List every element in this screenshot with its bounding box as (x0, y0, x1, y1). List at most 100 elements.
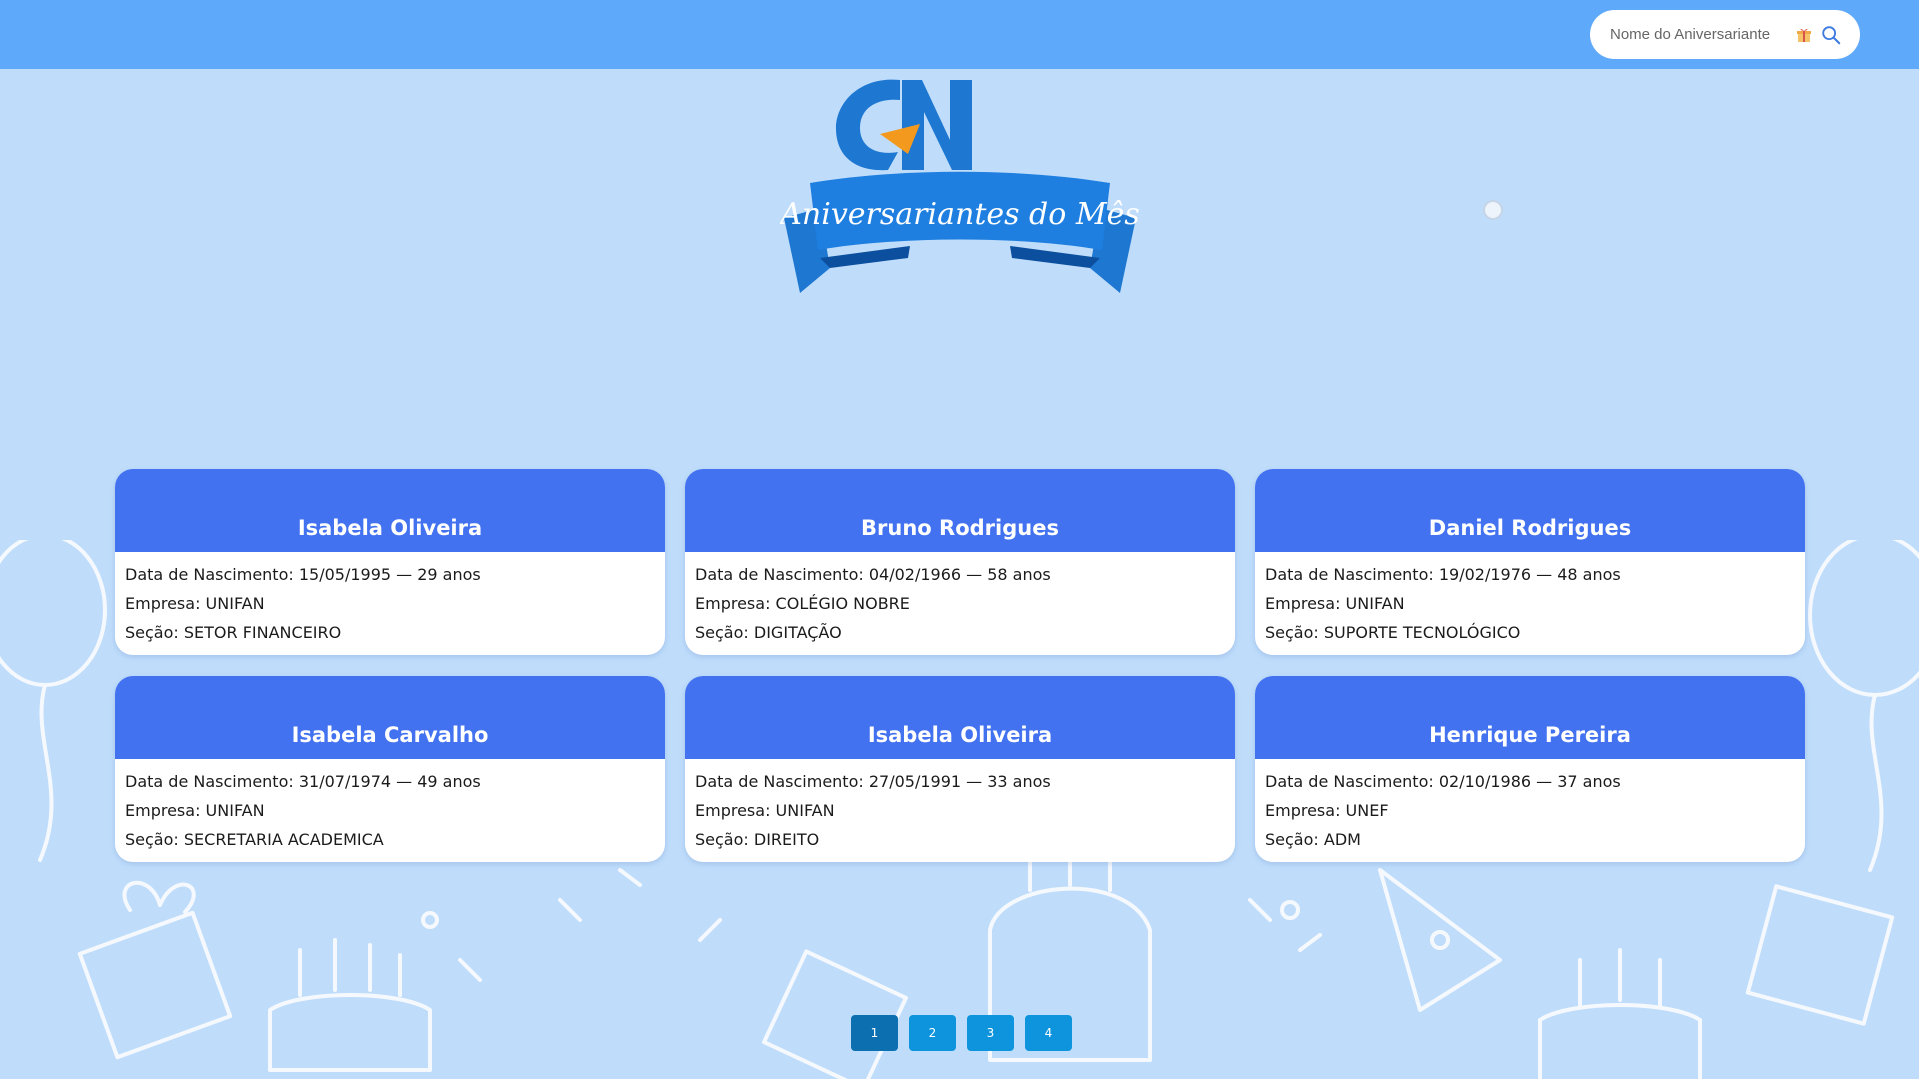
candles (298, 938, 402, 997)
birth-value: 27/05/1991 — 33 anos (868, 772, 1051, 791)
section-line: Seção: DIREITO (695, 825, 1225, 854)
card-name: Bruno Rodrigues (861, 516, 1059, 540)
section-line: Seção: SUPORTE TECNOLÓGICO (1265, 618, 1795, 647)
company-line: Empresa: UNIFAN (1265, 589, 1795, 618)
birth-value: 02/10/1986 — 37 anos (1438, 772, 1621, 791)
birth-label: Data de Nascimento: (695, 565, 869, 584)
page-button-4[interactable]: 4 (1025, 1015, 1072, 1051)
company-label: Empresa: (695, 594, 776, 613)
card-body: Data de Nascimento: 19/02/1976 — 48 anos… (1255, 552, 1805, 647)
birth-label: Data de Nascimento: (695, 772, 869, 791)
birthday-cards-grid: Isabela Oliveira Data de Nascimento: 15/… (115, 469, 1805, 862)
top-bar (0, 0, 1919, 69)
section-value: DIGITAÇÃO (753, 623, 842, 642)
section-value: ADM (1323, 830, 1361, 849)
card-header: Bruno Rodrigues (685, 469, 1235, 552)
confetti (458, 868, 1322, 982)
birth-value: 04/02/1966 — 58 anos (868, 565, 1051, 584)
pagination: 1 2 3 4 (851, 1015, 1072, 1051)
section-value: SETOR FINANCEIRO (183, 623, 342, 642)
company-line: Empresa: COLÉGIO NOBRE (695, 589, 1225, 618)
birth-value: 19/02/1976 — 48 anos (1438, 565, 1621, 584)
card-name: Isabela Oliveira (867, 723, 1053, 747)
banner-fold-left (820, 246, 910, 268)
gift-icon (1797, 28, 1811, 42)
card-name: Daniel Rodrigues (1428, 516, 1632, 540)
birth-label: Data de Nascimento: (125, 772, 299, 791)
party-hat-doodle (1378, 868, 1502, 1012)
logo-letter-c (835, 79, 900, 171)
carousel-dot[interactable] (1483, 200, 1503, 220)
birthday-card: Isabela Carvalho Data de Nascimento: 31/… (115, 676, 665, 862)
company-value: COLÉGIO NOBRE (775, 594, 910, 613)
company-line: Empresa: UNEF (1265, 796, 1795, 825)
birth-date-line: Data de Nascimento: 19/02/1976 — 48 anos (1265, 560, 1795, 589)
birthday-card: Isabela Oliveira Data de Nascimento: 15/… (115, 469, 665, 655)
card-body: Data de Nascimento: 15/05/1995 — 29 anos… (115, 552, 665, 647)
confetti (1430, 930, 1450, 950)
gift-doodle (1745, 884, 1895, 1026)
card-name: Henrique Pereira (1429, 723, 1631, 747)
card-body: Data de Nascimento: 02/10/1986 — 37 anos… (1255, 759, 1805, 854)
section-label: Seção: (1265, 830, 1324, 849)
cake-doodle (1538, 1003, 1702, 1079)
confetti (421, 911, 439, 929)
section-label: Seção: (1265, 623, 1324, 642)
company-value: UNIFAN (775, 801, 835, 820)
card-header: Isabela Oliveira (685, 676, 1235, 759)
birthday-card: Isabela Oliveira Data de Nascimento: 27/… (685, 676, 1235, 862)
company-label: Empresa: (125, 594, 206, 613)
section-line: Seção: ADM (1265, 825, 1795, 854)
birth-date-line: Data de Nascimento: 27/05/1991 — 33 anos (695, 767, 1225, 796)
company-value: UNIFAN (1345, 594, 1405, 613)
company-line: Empresa: UNIFAN (125, 796, 655, 825)
birthday-card: Bruno Rodrigues Data de Nascimento: 04/0… (685, 469, 1235, 655)
section-label: Seção: (695, 623, 754, 642)
birth-value: 31/07/1974 — 49 anos (298, 772, 481, 791)
birth-label: Data de Nascimento: (1265, 772, 1439, 791)
company-value: UNEF (1345, 801, 1389, 820)
card-header: Isabela Oliveira (115, 469, 665, 552)
birth-date-line: Data de Nascimento: 31/07/1974 — 49 anos (125, 767, 655, 796)
search-box[interactable] (1590, 10, 1860, 59)
birthday-card: Daniel Rodrigues Data de Nascimento: 19/… (1255, 469, 1805, 655)
birth-value: 15/05/1995 — 29 anos (298, 565, 481, 584)
page-button-3[interactable]: 3 (967, 1015, 1014, 1051)
birth-date-line: Data de Nascimento: 02/10/1986 — 37 anos (1265, 767, 1795, 796)
company-line: Empresa: UNIFAN (695, 796, 1225, 825)
company-label: Empresa: (1265, 594, 1346, 613)
card-header: Henrique Pereira (1255, 676, 1805, 759)
search-input[interactable] (1608, 25, 1792, 44)
gift-bow (122, 880, 196, 914)
birthday-card: Henrique Pereira Data de Nascimento: 02/… (1255, 676, 1805, 862)
birth-date-line: Data de Nascimento: 04/02/1966 — 58 anos (695, 560, 1225, 589)
logo-letter-n (902, 80, 972, 170)
card-body: Data de Nascimento: 04/02/1966 — 58 anos… (685, 552, 1235, 647)
company-value: UNIFAN (205, 594, 265, 613)
page-button-1[interactable]: 1 (851, 1015, 898, 1051)
confetti (1280, 900, 1300, 920)
section-line: Seção: SECRETARIA ACADEMICA (125, 825, 655, 854)
balloon-string (38, 683, 54, 862)
card-body: Data de Nascimento: 31/07/1974 — 49 anos… (115, 759, 665, 854)
section-value: SUPORTE TECNOLÓGICO (1323, 623, 1521, 642)
card-name: Isabela Oliveira (297, 516, 483, 540)
section-label: Seção: (125, 623, 184, 642)
company-label: Empresa: (695, 801, 776, 820)
card-header: Daniel Rodrigues (1255, 469, 1805, 552)
balloon-string (1868, 693, 1884, 872)
section-label: Seção: (125, 830, 184, 849)
gift-doodle (77, 910, 233, 1060)
birth-date-line: Data de Nascimento: 15/05/1995 — 29 anos (125, 560, 655, 589)
page-button-2[interactable]: 2 (909, 1015, 956, 1051)
birth-label: Data de Nascimento: (1265, 565, 1439, 584)
section-value: DIREITO (753, 830, 820, 849)
card-header: Isabela Carvalho (115, 676, 665, 759)
company-label: Empresa: (1265, 801, 1346, 820)
section-line: Seção: DIGITAÇÃO (695, 618, 1225, 647)
banner-text: Aniversariantes do Mês (780, 197, 1140, 232)
section-label: Seção: (695, 830, 754, 849)
search-icon[interactable] (1820, 24, 1842, 46)
company-line: Empresa: UNIFAN (125, 589, 655, 618)
balloon-doodle (0, 540, 107, 687)
